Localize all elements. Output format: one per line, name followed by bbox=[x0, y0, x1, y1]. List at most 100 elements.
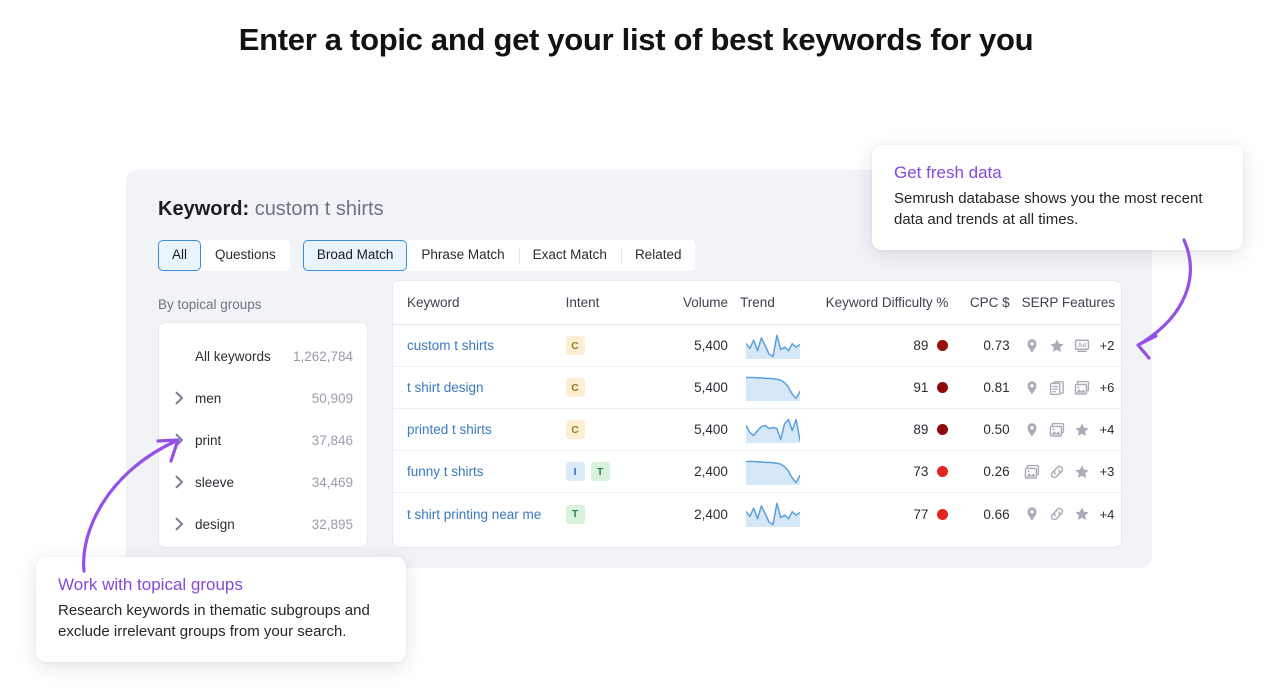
table-body: custom t shirts C 5,400 89 0.73 Ad +2 t shirt d… bbox=[393, 325, 1121, 535]
keyword-link[interactable]: t shirt printing near me bbox=[407, 507, 541, 522]
column-header-trend[interactable]: Trend bbox=[728, 295, 807, 310]
keyword-link[interactable]: custom t shirts bbox=[407, 338, 494, 353]
map-pin-icon[interactable] bbox=[1024, 380, 1040, 396]
serp-features-more-count[interactable]: +3 bbox=[1100, 464, 1115, 479]
table-row[interactable]: custom t shirts C 5,400 89 0.73 Ad +2 bbox=[393, 325, 1121, 367]
difficulty-value: 89 bbox=[913, 422, 929, 437]
topical-group-row-sleeve[interactable]: sleeve 34,469 bbox=[159, 461, 367, 503]
column-header-cpc[interactable]: CPC $ bbox=[950, 295, 1010, 310]
star-icon[interactable] bbox=[1074, 506, 1090, 522]
cell-volume: 2,400 bbox=[694, 464, 728, 479]
topical-groups-label: By topical groups bbox=[158, 297, 262, 312]
keyword-link[interactable]: t shirt design bbox=[407, 380, 484, 395]
page-title: Enter a topic and get your list of best … bbox=[238, 22, 1034, 57]
cell-volume: 5,400 bbox=[694, 380, 728, 395]
intent-badge-c[interactable]: C bbox=[565, 336, 585, 355]
tab-related[interactable]: Related bbox=[620, 240, 696, 271]
reviews-icon[interactable] bbox=[1049, 380, 1065, 396]
column-header-serp-features[interactable]: SERP Features bbox=[1010, 295, 1121, 310]
tab-questions[interactable]: Questions bbox=[201, 240, 290, 271]
column-header-keyword-difficulty[interactable]: Keyword Difficulty % bbox=[807, 295, 950, 310]
star-icon[interactable] bbox=[1049, 338, 1065, 354]
tab-broad-match[interactable]: Broad Match bbox=[302, 240, 408, 271]
serp-features-more-count[interactable]: +2 bbox=[1100, 338, 1115, 353]
serp-features-more-count[interactable]: +4 bbox=[1100, 507, 1115, 522]
cell-serp-features: +6 bbox=[1010, 380, 1121, 396]
cell-volume: 5,400 bbox=[694, 422, 728, 437]
chevron-right-icon[interactable] bbox=[171, 516, 187, 532]
serp-features-more-count[interactable]: +6 bbox=[1100, 380, 1115, 395]
tab-group-1: Broad Match Phrase Match Exact Match Relate… bbox=[302, 240, 696, 271]
column-header-intent[interactable]: Intent bbox=[566, 295, 654, 310]
ad-icon[interactable]: Ad bbox=[1074, 338, 1090, 354]
star-icon[interactable] bbox=[1074, 464, 1090, 480]
topical-group-count: 1,262,784 bbox=[292, 348, 353, 364]
chevron-right-icon[interactable] bbox=[171, 474, 187, 490]
callout-body: Research keywords in thematic subgroups … bbox=[58, 602, 370, 640]
difficulty-dot-icon bbox=[937, 340, 949, 351]
link-icon[interactable] bbox=[1049, 464, 1065, 480]
difficulty-value: 73 bbox=[913, 464, 929, 479]
intent-badge-t[interactable]: T bbox=[590, 462, 610, 481]
callout-title: Work with topical groups bbox=[58, 575, 243, 594]
topical-group-row-all-keywords[interactable]: All keywords 1,262,784 bbox=[159, 335, 367, 377]
callout-title: Get fresh data bbox=[894, 163, 1002, 182]
topical-group-row-print[interactable]: print 37,846 bbox=[159, 419, 367, 461]
tab-exact-match[interactable]: Exact Match bbox=[518, 240, 621, 271]
image-icon[interactable] bbox=[1074, 380, 1090, 396]
table-row[interactable]: printed t shirts C 5,400 89 0.50 +4 bbox=[393, 409, 1121, 451]
intent-badge-c[interactable]: C bbox=[565, 378, 585, 397]
topical-group-row-design[interactable]: design 32,895 bbox=[159, 503, 367, 545]
intent-badge-i[interactable]: I bbox=[565, 462, 585, 481]
table-row[interactable]: funny t shirts I T 2,400 73 0.26 +3 bbox=[393, 451, 1121, 493]
cell-trend-sparkline bbox=[728, 375, 807, 401]
map-pin-icon[interactable] bbox=[1024, 338, 1040, 354]
chevron-right-icon[interactable] bbox=[171, 432, 187, 448]
column-header-keyword[interactable]: Keyword bbox=[393, 295, 566, 310]
table-row[interactable]: t shirt printing near me T 2,400 77 0.66 +4 bbox=[393, 493, 1121, 535]
cell-serp-features: Ad +2 bbox=[1010, 338, 1121, 354]
callout-body: Semrush database shows you the most rece… bbox=[894, 190, 1203, 228]
cell-cpc: 0.26 bbox=[983, 464, 1010, 479]
keyword-heading-label: Keyword: bbox=[158, 198, 250, 220]
topical-group-count: 32,895 bbox=[311, 516, 353, 532]
difficulty-dot-icon bbox=[937, 382, 949, 393]
difficulty-value: 77 bbox=[913, 506, 929, 522]
intent-badge-c[interactable]: C bbox=[565, 420, 585, 439]
star-icon[interactable] bbox=[1074, 422, 1090, 438]
topical-group-name: sleeve bbox=[195, 474, 235, 490]
topical-group-row-men[interactable]: men 50,909 bbox=[159, 377, 367, 419]
chevron-right-icon[interactable] bbox=[171, 390, 187, 406]
cell-volume: 5,400 bbox=[694, 338, 728, 353]
image-icon[interactable] bbox=[1049, 422, 1065, 438]
serp-features-more-count[interactable]: +4 bbox=[1100, 422, 1115, 437]
cell-keyword: t shirt printing near me bbox=[393, 507, 566, 522]
keyword-link[interactable]: printed t shirts bbox=[407, 422, 492, 437]
callout-get-fresh-data: Get fresh data Semrush database shows yo… bbox=[872, 145, 1243, 250]
table-row[interactable]: t shirt design C 5,400 91 0.81 +6 bbox=[393, 367, 1121, 409]
svg-text:Ad: Ad bbox=[1077, 342, 1085, 349]
topical-group-count: 34,469 bbox=[311, 474, 353, 490]
difficulty-value: 89 bbox=[913, 338, 929, 353]
cell-intent: T bbox=[565, 504, 654, 524]
cell-intent: IT bbox=[565, 462, 654, 481]
topical-groups-card: All keywords 1,262,784 men 50,909 print 37,84… bbox=[158, 322, 368, 548]
intent-badge-t[interactable]: T bbox=[565, 504, 585, 524]
tab-all[interactable]: All bbox=[158, 240, 202, 271]
cell-keyword: printed t shirts bbox=[393, 422, 566, 437]
cell-cpc: 0.50 bbox=[983, 422, 1010, 437]
map-pin-icon[interactable] bbox=[1024, 422, 1040, 438]
cell-keyword-difficulty: 77 bbox=[807, 507, 950, 522]
difficulty-dot-icon bbox=[937, 466, 949, 477]
topical-group-name: All keywords bbox=[195, 348, 271, 364]
link-icon[interactable] bbox=[1049, 506, 1065, 522]
tab-phrase-match[interactable]: Phrase Match bbox=[407, 240, 519, 271]
table-header-row: Keyword Intent Volume Trend Keyword Difficul… bbox=[393, 281, 1121, 325]
cell-cpc: 0.81 bbox=[983, 380, 1010, 395]
image-icon[interactable] bbox=[1024, 464, 1040, 480]
map-pin-icon[interactable] bbox=[1024, 506, 1040, 522]
cell-serp-features: +3 bbox=[1010, 464, 1121, 480]
cell-keyword: t shirt design bbox=[393, 380, 566, 395]
keyword-link[interactable]: funny t shirts bbox=[407, 464, 484, 479]
column-header-volume[interactable]: Volume bbox=[654, 295, 728, 310]
